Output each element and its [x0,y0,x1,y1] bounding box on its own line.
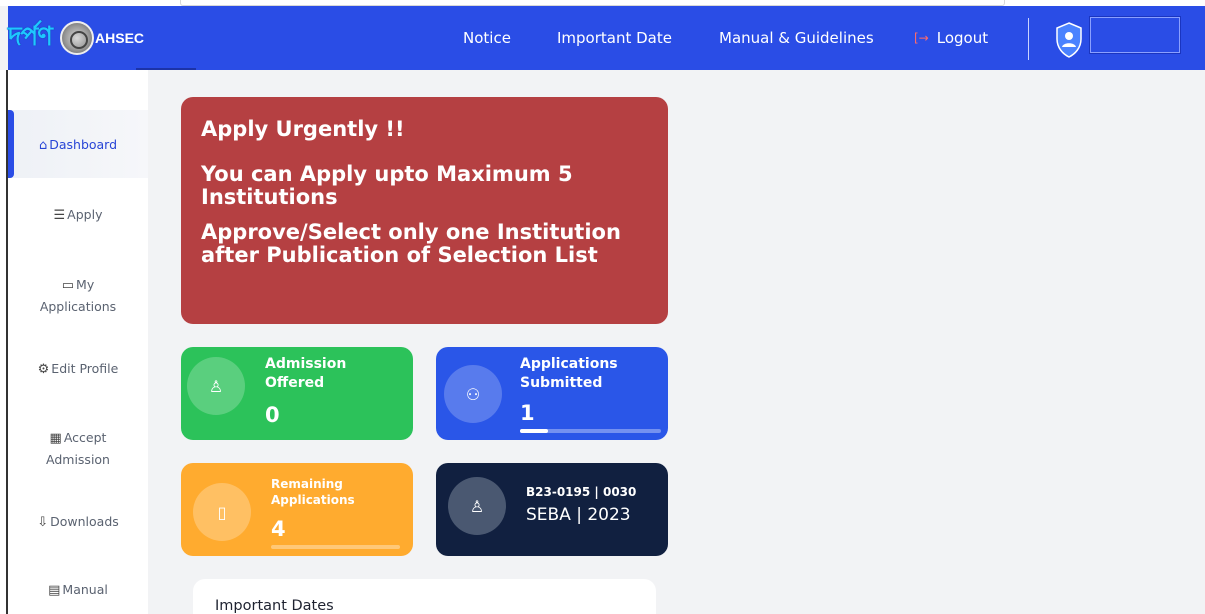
group-icon: ⚇ [444,365,502,423]
nav-manual-guidelines[interactable]: Manual & Guidelines [719,6,874,70]
nav-important-date[interactable]: Important Date [557,6,672,70]
building-icon: ▦ [49,431,62,446]
alert-approve-one: Approve/Select only one Institution afte… [201,220,621,267]
sidebar-item-edit-profile[interactable]: ⚙ Edit Profile [8,358,148,380]
org-name: AHSEC [95,30,145,46]
book-icon: ▤ [48,583,61,598]
card-title: Applications Submitted [520,356,618,391]
card-value: 1 [520,401,535,425]
sidebar-item-label: Edit Profile [51,361,119,376]
card-title: Remaining Applications [271,477,355,507]
sidebar-item-manual[interactable]: ▤ Manual [8,579,148,601]
remaining-applications-card[interactable]: ▯ Remaining Applications 4 [181,463,413,556]
logo[interactable]: দৰ্পণ AHSEC [8,16,144,60]
profile-card[interactable]: ♙ B23-0195 | 0030 SEBA | 2023 [436,463,668,556]
progress-fill [520,429,549,433]
user-name-box[interactable] [1089,16,1181,54]
sidebar-item-downloads[interactable]: ⇩ Downloads [8,511,148,533]
header-divider [1028,18,1029,60]
list-icon: ☰ [53,208,66,223]
progress-bar [520,429,661,433]
sidebar-item-my-applications[interactable]: ▭ My Applications [8,274,148,317]
window-left-edge [0,70,8,614]
board-year: SEBA | 2023 [526,505,631,525]
home-icon: ⌂ [38,138,48,153]
card-value: 0 [265,403,280,427]
nav-notice[interactable]: Notice [463,6,511,70]
ahsec-seal-icon [60,21,95,55]
nav-manual-label[interactable]: Manual & Guidelines [719,29,874,47]
important-dates-card: Important Dates [193,579,656,614]
sidebar-item-label: My Applications [39,277,117,314]
nav-important-date-label[interactable]: Important Date [557,29,672,47]
download-icon: ⇩ [37,515,49,530]
sidebar-item-apply[interactable]: ☰ Apply [8,204,148,226]
sidebar: ⌂ Dashboard ☰ Apply ▭ My Applications ⚙ Edit… [8,70,148,614]
nav-notice-label[interactable]: Notice [463,29,511,47]
logo-text: দৰ্পণ [8,22,53,52]
book-open-icon: ▯ [193,483,251,541]
active-indicator [8,110,14,178]
sidebar-item-accept-admission[interactable]: ▦ Accept Admission [8,427,148,470]
folder-icon: ▭ [61,278,75,293]
sidebar-item-label: Dashboard [49,137,118,152]
alert-max-institutions: You can Apply upto Maximum 5 Institution… [201,162,573,209]
sidebar-item-label: Downloads [50,514,119,529]
logout-label[interactable]: Logout [937,29,988,47]
alert-heading: Apply Urgently !! [201,117,405,141]
sidebar-item-label: Apply [67,207,103,222]
sidebar-item-dashboard[interactable]: ⌂ Dashboard [8,110,148,178]
apply-urgently-alert: Apply Urgently !! You can Apply upto Max… [181,97,668,324]
important-dates-heading: Important Dates [215,598,334,614]
card-value: 4 [271,517,286,541]
settings-icon: ⚙ [37,362,50,377]
applications-submitted-card[interactable]: ⚇ Applications Submitted 1 [436,347,668,440]
admission-offered-card[interactable]: ♙ Admission Offered 0 [181,347,413,440]
logout-button[interactable]: [→ Logout [914,6,988,70]
sidebar-item-label: Manual [62,582,108,597]
roll-code: B23-0195 | 0030 [526,485,637,499]
logout-icon: [→ [914,31,929,45]
progress-bar [271,545,400,549]
user-icon: ♙ [187,357,245,415]
card-title: Admission Offered [265,356,347,391]
shield-user-icon[interactable] [1055,22,1083,58]
user-icon: ♙ [448,477,506,535]
